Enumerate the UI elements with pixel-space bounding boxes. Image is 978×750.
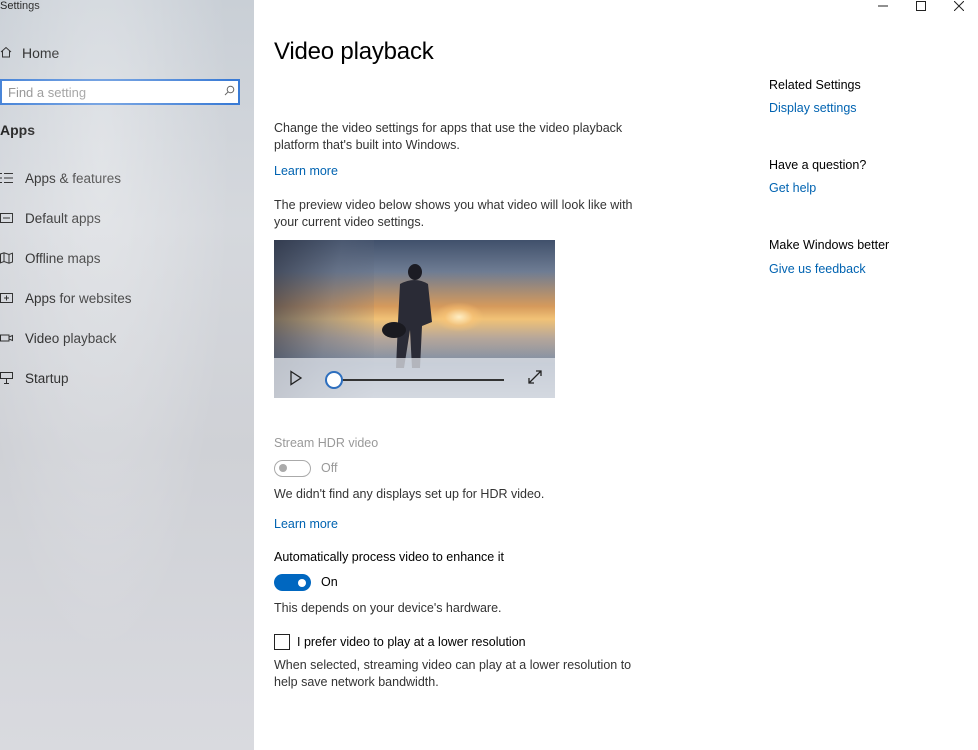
enhance-label: Automatically process video to enhance i… — [274, 550, 504, 564]
page-title: Video playback — [274, 38, 434, 65]
maximize-icon[interactable] — [902, 0, 940, 12]
sidebar-item-default-apps[interactable]: Default apps — [0, 198, 254, 238]
sidebar-item-label: Video playback — [25, 330, 117, 346]
home-icon — [0, 45, 22, 61]
preview-video[interactable] — [274, 240, 555, 398]
sidebar-item-label: Default apps — [25, 210, 101, 226]
sidebar-item-video-playback[interactable]: Video playback — [0, 318, 254, 358]
window-title: Settings — [0, 0, 40, 12]
sidebar-item-label: Apps for websites — [25, 290, 132, 306]
hdr-note: We didn't find any displays set up for H… — [274, 487, 545, 501]
startup-icon — [0, 372, 25, 384]
feedback-heading: Make Windows better — [769, 238, 890, 252]
learn-more-link[interactable]: Learn more — [274, 164, 338, 178]
intro-text: Change the video settings for apps that … — [274, 121, 623, 152]
offline-maps-icon — [0, 252, 25, 264]
feedback-link[interactable]: Give us feedback — [769, 262, 866, 276]
hdr-toggle-state: Off — [321, 461, 338, 475]
get-help-link[interactable]: Get help — [769, 181, 816, 195]
sidebar-item-label: Apps & features — [25, 170, 122, 186]
video-person — [382, 264, 432, 368]
sidebar-item-apps-features[interactable]: Apps & features — [0, 158, 254, 198]
video-seek-thumb[interactable] — [325, 371, 343, 389]
video-controls — [274, 358, 555, 398]
search-input[interactable] — [2, 81, 220, 103]
sidebar-item-offline-maps[interactable]: Offline maps — [0, 238, 254, 278]
default-apps-icon — [0, 212, 25, 224]
home-label: Home — [22, 45, 60, 61]
sidebar-item-label: Startup — [25, 370, 69, 386]
sidebar-section-apps: Apps — [0, 122, 35, 138]
display-settings-link[interactable]: Display settings — [769, 101, 857, 115]
hdr-toggle[interactable] — [274, 460, 311, 477]
window-controls — [864, 0, 978, 12]
close-icon[interactable] — [940, 0, 978, 12]
sidebar-item-label: Offline maps — [25, 250, 101, 266]
search-icon[interactable] — [220, 85, 238, 99]
lower-resolution-label[interactable]: I prefer video to play at a lower resolu… — [297, 635, 526, 649]
toggle-knob — [279, 464, 287, 472]
search-box[interactable] — [0, 79, 240, 105]
play-icon[interactable] — [289, 370, 303, 386]
enhance-note: This depends on your device's hardware. — [274, 601, 502, 615]
apps-websites-icon — [0, 292, 25, 304]
video-seek-track[interactable] — [332, 379, 504, 381]
video-playback-icon — [0, 332, 25, 344]
sidebar-item-startup[interactable]: Startup — [0, 358, 254, 398]
fullscreen-icon[interactable] — [527, 369, 543, 390]
hdr-label: Stream HDR video — [274, 436, 379, 450]
lower-resolution-note: When selected, streaming video can play … — [274, 658, 632, 689]
minimize-icon[interactable] — [864, 0, 902, 12]
enhance-toggle-state: On — [321, 575, 338, 589]
sidebar-item-apps-for-websites[interactable]: Apps for websites — [0, 278, 254, 318]
question-heading: Have a question? — [769, 158, 867, 172]
sidebar: Settings Home Apps Apps & features Defau… — [0, 0, 254, 750]
apps-features-icon — [0, 172, 25, 184]
hdr-learn-more-link[interactable]: Learn more — [274, 517, 338, 531]
lower-resolution-checkbox[interactable] — [274, 634, 290, 650]
related-settings-heading: Related Settings — [769, 78, 861, 92]
home-nav-item[interactable]: Home — [0, 43, 59, 63]
toggle-knob — [298, 578, 306, 587]
enhance-toggle[interactable] — [274, 574, 311, 591]
preview-description: The preview video below shows you what v… — [274, 198, 633, 229]
sidebar-nav: Apps & features Default apps Offline map… — [0, 158, 254, 398]
